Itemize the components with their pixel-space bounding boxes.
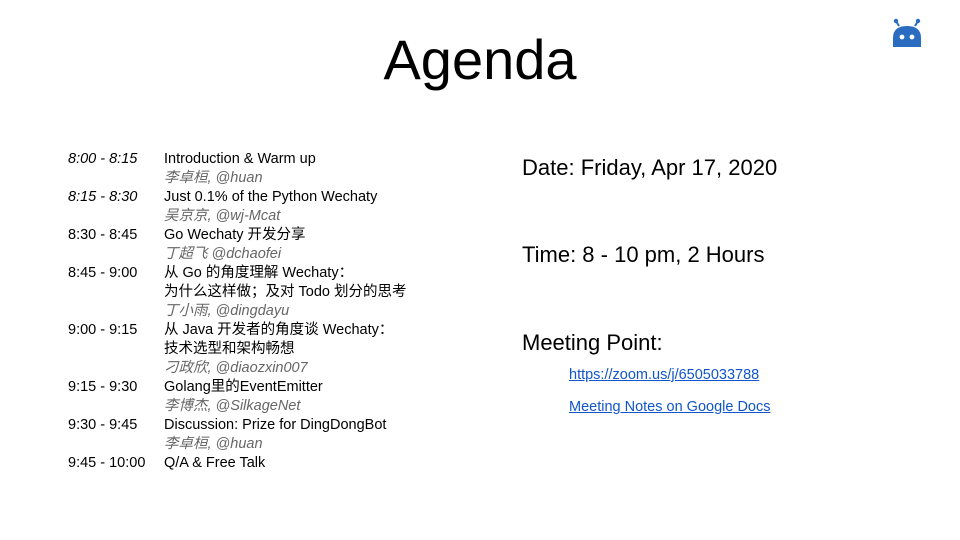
agenda-topic: Discussion: Prize for DingDongBot <box>164 417 387 433</box>
page-title: Agenda <box>383 28 577 91</box>
agenda-topic: Introduction & Warm up <box>164 151 316 167</box>
zoom-link[interactable]: https://zoom.us/j/6505033788 <box>569 365 759 385</box>
robot-icon <box>888 18 926 50</box>
agenda-time: 8:15 - 8:30 <box>68 189 138 205</box>
agenda-entry: 从 Java 开发者的角度谈 Wechaty： 技术选型和架构畅想 刁政欣, @di… <box>164 321 498 378</box>
agenda-entry: 从 Go 的角度理解 Wechaty： 为什么这样做；及对 Todo 划分的思考丁… <box>164 264 498 321</box>
agenda-entry: Golang里的EventEmitter 李博杰, @SilkageNet <box>164 378 498 416</box>
agenda-time: 9:30 - 9:45 <box>68 417 138 433</box>
agenda-topic: 从 Go 的角度理解 Wechaty： <box>164 265 354 281</box>
agenda-entry: Go Wechaty 开发分享 丁超飞 @dchaofei <box>164 226 498 264</box>
agenda-time: 9:45 - 10:00 <box>68 455 146 471</box>
agenda-entry: Just 0.1% of the Python Wechaty 吴京京, @wj-… <box>164 188 498 226</box>
meeting-notes-link[interactable]: Meeting Notes on Google Docs <box>569 397 771 417</box>
agenda-row: 8:45 - 9:00 从 Go 的角度理解 Wechaty： 为什么这样做；及对 … <box>68 264 498 321</box>
agenda-row: 8:15 - 8:30 Just 0.1% of the Python Wecha… <box>68 188 498 226</box>
agenda-topic: 为什么这样做；及对 Todo 划分的思考 <box>164 284 407 300</box>
agenda-row: 9:15 - 9:30 Golang里的EventEmitter 李博杰, @Sil… <box>68 378 498 416</box>
agenda-speaker: 丁小雨, @dingdayu <box>164 303 290 319</box>
agenda-time: 8:00 - 8:15 <box>68 151 138 167</box>
agenda-list: 8:00 - 8:15 Introduction & Warm up 李卓桓, @h… <box>68 150 498 473</box>
agenda-row: 9:45 - 10:00 Q/A & Free Talk <box>68 454 498 473</box>
agenda-row: 8:00 - 8:15 Introduction & Warm up 李卓桓, @h… <box>68 150 498 188</box>
agenda-speaker: 李博杰, @SilkageNet <box>164 398 301 414</box>
agenda-topic: 从 Java 开发者的角度谈 Wechaty： <box>164 322 394 338</box>
agenda-topic: Go Wechaty 开发分享 <box>164 227 306 243</box>
agenda-row: 9:00 - 9:15 从 Java 开发者的角度谈 Wechaty： 技术选型和架… <box>68 321 498 378</box>
time-text: Time: 8 - 10 pm, 2 Hours <box>522 242 765 267</box>
agenda-topic: Just 0.1% of the Python Wechaty <box>164 189 378 205</box>
agenda-entry: Q/A & Free Talk <box>164 454 498 473</box>
agenda-topic: Q/A & Free Talk <box>164 455 266 471</box>
agenda-time: 9:00 - 9:15 <box>68 322 138 338</box>
agenda-speaker: 李卓桓, @huan <box>164 436 263 452</box>
agenda-speaker: 吴京京, @wj-Mcat <box>164 208 281 224</box>
agenda-topic: 技术选型和架构畅想 <box>164 341 295 357</box>
agenda-speaker: 李卓桓, @huan <box>164 170 263 186</box>
meeting-point-heading: Meeting Point: <box>522 330 663 355</box>
agenda-speaker: 丁超飞 @dchaofei <box>164 246 282 262</box>
agenda-row: 9:30 - 9:45 Discussion: Prize for DingDon… <box>68 416 498 454</box>
date-text: Date: Friday, Apr 17, 2020 <box>522 155 778 180</box>
agenda-entry: Introduction & Warm up 李卓桓, @huan <box>164 150 498 188</box>
agenda-time: 9:15 - 9:30 <box>68 379 138 395</box>
agenda-time: 8:45 - 9:00 <box>68 265 138 281</box>
agenda-speaker: 刁政欣, @diaozxin007 <box>164 360 308 376</box>
agenda-entry: Discussion: Prize for DingDongBot 李卓桓, @h… <box>164 416 498 454</box>
agenda-topic: Golang里的EventEmitter <box>164 379 323 395</box>
agenda-row: 8:30 - 8:45 Go Wechaty 开发分享 丁超飞 @dchaofei <box>68 226 498 264</box>
agenda-time: 8:30 - 8:45 <box>68 227 138 243</box>
